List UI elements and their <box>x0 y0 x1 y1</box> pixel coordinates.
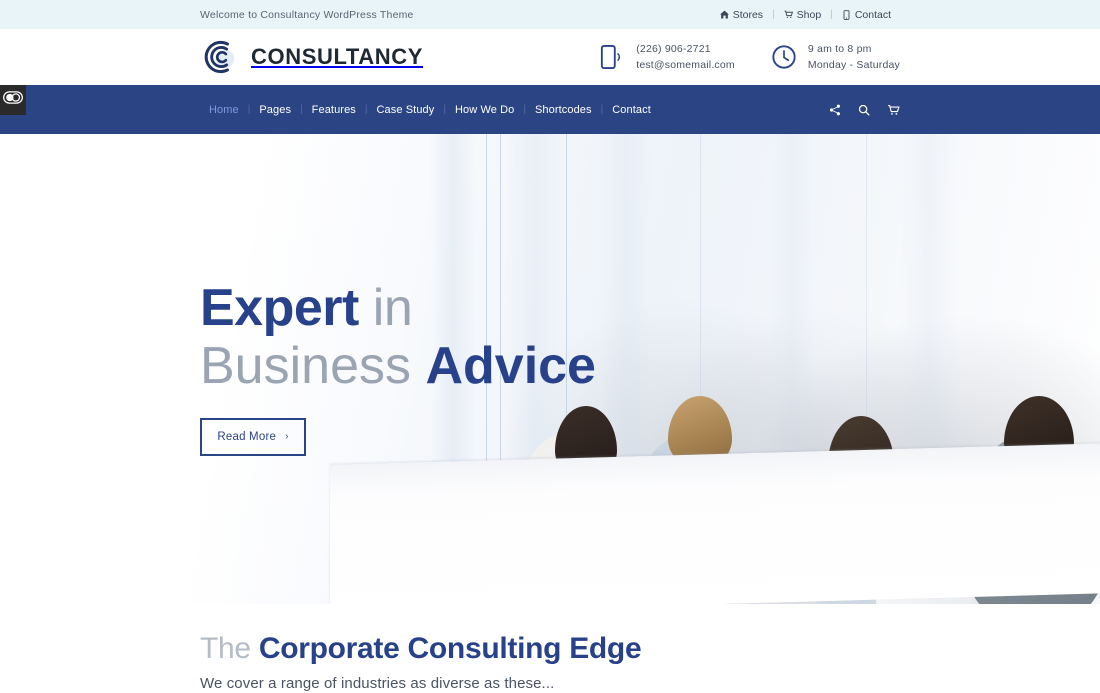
hero-title-bold: Advice <box>425 337 596 396</box>
section-subtitle: We cover a range of industries as divers… <box>200 674 555 692</box>
section-title-light: The <box>200 632 251 665</box>
nav-item-case-study[interactable]: Case Study <box>368 104 444 116</box>
business-hours: 9 am to 8 pm <box>807 43 872 55</box>
phone-info-block: (226) 906-2721 test@somemail.com <box>599 42 735 72</box>
topbar-link-label: Contact <box>854 8 891 21</box>
nav-menu: Home | Pages | Features | Case Study | H… <box>200 104 660 116</box>
nav-item-features[interactable]: Features <box>303 104 365 116</box>
header-contact-info: (226) 906-2721 test@somemail.com 9 am to… <box>599 42 900 72</box>
hero-title-light: in <box>372 279 413 338</box>
business-days: Monday - Saturday <box>807 59 900 71</box>
hours-info-block: 9 am to 8 pm Monday - Saturday <box>771 42 900 72</box>
hero-title-bold: Expert <box>200 279 359 338</box>
section-title: The Corporate Consulting Edge <box>200 632 900 667</box>
nav-item-how-we-do[interactable]: How We Do <box>446 104 523 116</box>
chevron-right-icon: › <box>285 431 289 443</box>
contrast-toggle-icon <box>3 91 23 109</box>
page-root: Welcome to Consultancy WordPress Theme S… <box>0 0 1100 693</box>
top-bar: Welcome to Consultancy WordPress Theme S… <box>0 0 1100 29</box>
mobile-phone-icon <box>599 42 625 72</box>
clock-icon <box>771 42 797 72</box>
topbar-link-label: Stores <box>732 8 764 21</box>
brand-logo-link[interactable]: CONSULTANCY <box>200 37 423 77</box>
read-more-button[interactable]: Read More › <box>200 417 306 456</box>
phone-number[interactable]: (226) 906-2721 <box>636 43 735 55</box>
section-title-bold: Corporate Consulting Edge <box>258 632 642 665</box>
nav-item-shortcodes[interactable]: Shortcodes <box>526 104 601 116</box>
share-icon[interactable] <box>828 103 842 117</box>
hours-info-lines: 9 am to 8 pm Monday - Saturday <box>808 43 900 71</box>
nav-item-pages[interactable]: Pages <box>250 104 300 116</box>
hero-title-light: Business <box>200 337 411 396</box>
hero-section: Expert in Business Advice Read More › <box>0 134 1100 604</box>
hero-title-line-1: Expert in <box>200 282 900 335</box>
phone-info-lines: (226) 906-2721 test@somemail.com <box>636 43 735 71</box>
home-icon <box>719 10 729 20</box>
email-address[interactable]: test@somemail.com <box>636 59 735 71</box>
accessibility-toggle-button[interactable] <box>0 85 26 115</box>
nav-item-contact[interactable]: Contact <box>603 104 660 116</box>
corporate-edge-section: The Corporate Consulting Edge We cover a… <box>0 604 1100 692</box>
hero-title-line-2: Business Advice <box>200 339 900 394</box>
consultancy-c-logo-icon <box>200 37 240 77</box>
cart-icon <box>784 10 793 20</box>
top-bar-links: Stores | Shop | Contact <box>711 9 900 21</box>
read-more-label: Read More <box>217 430 277 443</box>
hero-content: Expert in Business Advice Read More › <box>0 134 1100 604</box>
topbar-link-shop[interactable]: Shop <box>775 9 831 21</box>
topbar-link-label: Shop <box>796 8 822 21</box>
nav-action-icons <box>828 103 900 117</box>
nav-item-home[interactable]: Home <box>200 104 248 116</box>
cart-icon[interactable] <box>886 103 900 117</box>
topbar-link-contact[interactable]: Contact <box>833 9 900 21</box>
search-icon[interactable] <box>857 103 871 117</box>
phone-icon <box>842 9 851 20</box>
main-navigation: Home | Pages | Features | Case Study | H… <box>0 85 1100 134</box>
site-header: CONSULTANCY (226) 906-2721 test@somemail… <box>0 29 1100 85</box>
topbar-link-stores[interactable]: Stores <box>711 9 772 21</box>
welcome-message: Welcome to Consultancy WordPress Theme <box>200 8 414 21</box>
brand-name: CONSULTANCY <box>251 44 423 69</box>
